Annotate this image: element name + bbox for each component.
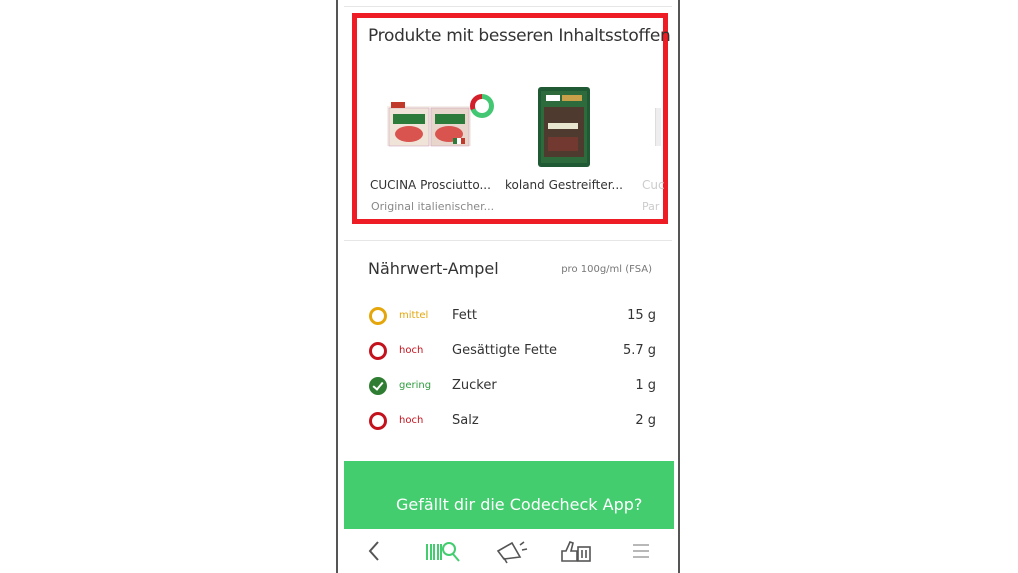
nutrient-value: 15 g (627, 308, 656, 323)
nutrition-title: Nährwert-Ampel (368, 259, 499, 278)
section-title: Produkte mit besseren Inhaltsstoffen (368, 26, 671, 46)
product-name: koland Gestreifter... (505, 178, 623, 192)
nutrient-name: Salz (452, 413, 479, 428)
product-name: CUCINA Prosciutto... (370, 178, 491, 192)
megaphone-icon[interactable] (490, 537, 530, 565)
menu-icon[interactable] (621, 537, 661, 565)
level-label: hoch (399, 415, 424, 426)
level-label: gering (399, 380, 432, 391)
nutrition-row-salt: hoch Salz 2 g (338, 412, 678, 432)
bottom-nav (338, 529, 678, 573)
product-description: Original italienischer... (371, 200, 495, 213)
divider (344, 6, 672, 7)
nutrient-value: 2 g (635, 413, 656, 428)
nutrition-row-fat: mittel Fett 15 g (338, 307, 678, 327)
nutrition-row-saturated-fat: hoch Gesättigte Fette 5.7 g (338, 342, 678, 362)
level-label: mittel (399, 310, 429, 321)
rate-app-banner[interactable]: Gefällt dir die Codecheck App? (344, 461, 674, 529)
rating-icon[interactable] (554, 537, 594, 565)
product-image (655, 108, 661, 146)
product-image (538, 87, 590, 167)
divider (344, 240, 672, 241)
barcode-scan-icon[interactable] (422, 537, 462, 565)
nutrient-name: Zucker (452, 378, 497, 393)
nutrition-row-sugar: gering Zucker 1 g (338, 377, 678, 397)
product-name: Cuc (642, 178, 665, 192)
high-level-icon (369, 342, 387, 360)
phone-screen: Produkte mit besseren Inhaltsstoffen CUC… (336, 0, 680, 573)
nutrient-value: 1 g (635, 378, 656, 393)
medium-level-icon (369, 307, 387, 325)
low-level-check-icon (369, 377, 387, 395)
product-description: Par (642, 200, 660, 213)
score-ring-icon (470, 94, 494, 118)
nutrient-name: Gesättigte Fette (452, 343, 558, 358)
rate-app-label: Gefällt dir die Codecheck App? (396, 495, 643, 514)
nutrition-unit: pro 100g/ml (FSA) (561, 264, 652, 275)
high-level-icon (369, 412, 387, 430)
back-icon[interactable] (354, 537, 394, 565)
nutrient-value: 5.7 g (622, 343, 656, 358)
nutrient-name: Fett (452, 308, 477, 323)
product-image (387, 102, 471, 147)
level-label: hoch (399, 345, 424, 356)
